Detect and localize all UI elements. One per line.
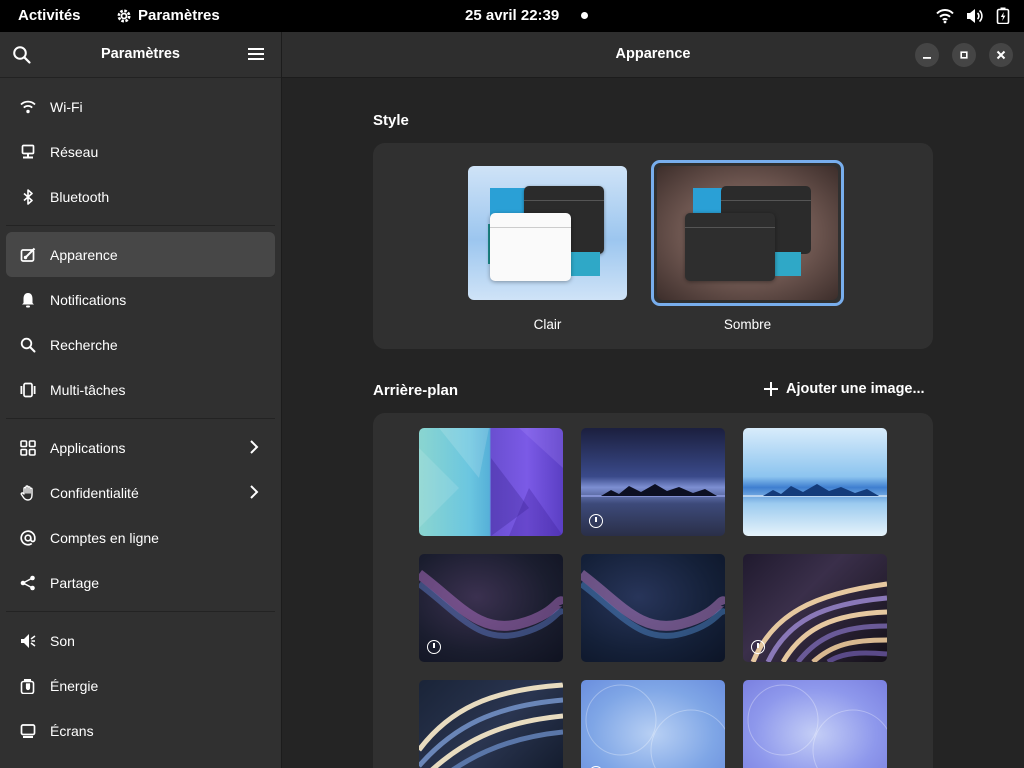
- clock[interactable]: 25 avril 22:39: [465, 7, 559, 24]
- style-light-preview[interactable]: [468, 166, 627, 300]
- add-image-button[interactable]: Ajouter une image...: [764, 381, 925, 397]
- sidebar-item-label: Apparence: [50, 246, 118, 263]
- share-icon: [20, 575, 36, 591]
- close-icon: [996, 50, 1006, 60]
- sidebar-item-label: Écrans: [50, 722, 94, 739]
- sidebar-item-label: Énergie: [50, 677, 99, 694]
- app-menu[interactable]: Paramètres: [116, 7, 220, 24]
- main-menu-button[interactable]: [248, 47, 264, 66]
- sidebar-title: Paramètres: [101, 46, 180, 62]
- maximize-icon: [960, 51, 968, 59]
- at-icon: [20, 529, 36, 546]
- background-section-title: Arrière-plan: [373, 382, 459, 399]
- sidebar-header: Paramètres: [0, 32, 281, 78]
- wallpaper-thumbnail[interactable]: [419, 554, 563, 662]
- sidebar-item-label: Bluetooth: [50, 188, 110, 205]
- bluetooth-icon: [20, 188, 36, 205]
- maximize-button[interactable]: [952, 43, 976, 67]
- system-tray[interactable]: [936, 7, 1010, 24]
- sidebar-item-label: Recherche: [50, 336, 118, 353]
- sidebar-item-label: Confidentialité: [50, 484, 139, 501]
- sidebar-item-appearance[interactable]: Apparence: [6, 232, 275, 277]
- wallpaper-thumbnail[interactable]: [743, 428, 887, 536]
- wallpaper-thumbnail[interactable]: [419, 428, 563, 536]
- sidebar-item-applications[interactable]: Applications: [6, 425, 275, 470]
- wallpaper-thumbnail[interactable]: [581, 554, 725, 662]
- sidebar-item-label: Comptes en ligne: [50, 529, 159, 546]
- sidebar-item-privacy[interactable]: Confidentialité: [6, 470, 275, 515]
- sidebar-divider: [6, 418, 275, 419]
- style-card: Clair Sombre: [373, 143, 933, 349]
- sidebar-item-wifi[interactable]: Wi-Fi: [6, 84, 275, 129]
- display-icon: [20, 723, 36, 739]
- sidebar-item-sharing[interactable]: Partage: [6, 560, 275, 605]
- style-light-label: Clair: [533, 317, 562, 332]
- hamburger-icon: [248, 48, 264, 60]
- sidebar-item-power[interactable]: Énergie: [6, 663, 275, 708]
- style-dark-label: Sombre: [723, 317, 772, 332]
- sidebar-item-multitasking[interactable]: Multi-tâches: [6, 367, 275, 412]
- top-bar: Activités Paramètres 25 avril 22:39: [0, 0, 1024, 32]
- add-image-label: Ajouter une image...: [786, 381, 925, 397]
- speaker-icon: [20, 633, 36, 649]
- style-section-title: Style: [373, 112, 409, 129]
- wallpaper-thumbnail[interactable]: [743, 554, 887, 662]
- sidebar-item-label: Applications: [50, 439, 126, 456]
- appearance-icon: [20, 247, 36, 263]
- sidebar: Paramètres Wi-Fi Réseau Bluetooth Appare…: [0, 32, 282, 768]
- minimize-button[interactable]: [915, 43, 939, 67]
- main-panel: Apparence Style Clair Sombre Arrière-pla…: [282, 32, 1024, 768]
- sidebar-item-label: Notifications: [50, 291, 127, 308]
- activities-button[interactable]: Activités: [18, 7, 81, 24]
- sidebar-item-label: Wi-Fi: [50, 98, 83, 115]
- sidebar-item-label: Multi-tâches: [50, 381, 126, 398]
- background-card: [373, 413, 933, 768]
- main-header: Apparence: [282, 32, 1024, 78]
- notification-dot-icon: [581, 12, 588, 19]
- wifi-status-icon: [936, 8, 954, 24]
- chevron-right-icon: [249, 485, 259, 502]
- sidebar-item-label: Son: [50, 632, 75, 649]
- sidebar-item-network[interactable]: Réseau: [6, 129, 275, 174]
- sidebar-item-search[interactable]: Recherche: [6, 322, 275, 367]
- close-button[interactable]: [989, 43, 1013, 67]
- style-dark-preview[interactable]: [657, 166, 838, 300]
- wallpaper-thumbnail[interactable]: [419, 680, 563, 768]
- apps-icon: [20, 439, 36, 456]
- sidebar-item-online-accounts[interactable]: Comptes en ligne: [6, 515, 275, 560]
- timed-wallpaper-icon: [427, 640, 441, 654]
- timed-wallpaper-icon: [751, 640, 765, 654]
- sidebar-item-label: Partage: [50, 574, 100, 591]
- wifi-icon: [20, 99, 36, 115]
- sidebar-item-displays[interactable]: Écrans: [6, 708, 275, 753]
- page-title: Apparence: [615, 46, 691, 62]
- plus-icon: [764, 382, 778, 396]
- hand-icon: [20, 484, 36, 501]
- search-icon: [20, 337, 36, 353]
- gear-icon: [116, 8, 132, 24]
- sidebar-list: Wi-Fi Réseau Bluetooth Apparence Notific…: [0, 78, 281, 753]
- power-icon: [20, 678, 36, 694]
- timed-wallpaper-icon: [589, 514, 603, 528]
- sidebar-item-label: Réseau: [50, 143, 99, 160]
- sidebar-item-bluetooth[interactable]: Bluetooth: [6, 174, 275, 219]
- sidebar-item-sound[interactable]: Son: [6, 618, 275, 663]
- bell-icon: [20, 292, 36, 308]
- network-icon: [20, 144, 36, 160]
- sidebar-divider: [6, 225, 275, 226]
- chevron-right-icon: [249, 440, 259, 457]
- multitasking-icon: [20, 382, 36, 398]
- app-menu-label: Paramètres: [138, 7, 220, 24]
- volume-icon: [966, 8, 984, 24]
- battery-icon: [996, 7, 1010, 24]
- sidebar-divider: [6, 611, 275, 612]
- wallpaper-thumbnail[interactable]: [581, 680, 725, 768]
- wallpaper-thumbnail[interactable]: [581, 428, 725, 536]
- minimize-icon: [923, 57, 931, 59]
- sidebar-item-notifications[interactable]: Notifications: [6, 277, 275, 322]
- wallpaper-thumbnail[interactable]: [743, 680, 887, 768]
